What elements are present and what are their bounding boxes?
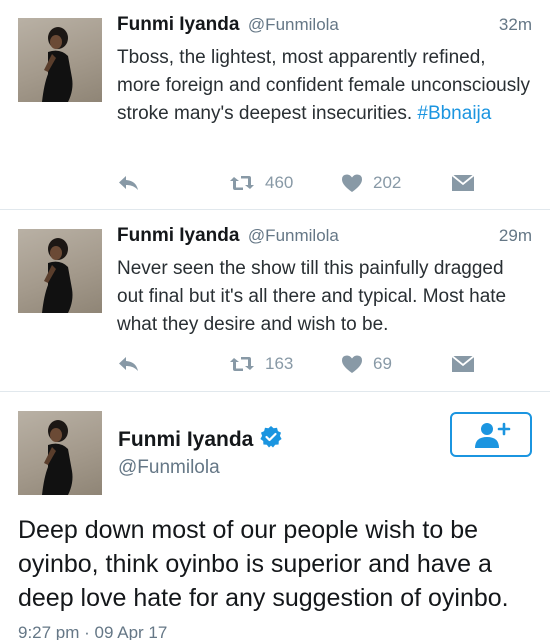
tweet[interactable]: Funmi Iyanda @Funmilola 29m Never seen t…	[0, 211, 550, 392]
heart-icon	[342, 355, 362, 373]
avatar[interactable]	[18, 18, 102, 102]
avatar-photo	[42, 27, 73, 102]
author-handle[interactable]: @Funmilola	[248, 15, 339, 34]
tweet-text: Tboss, the lightest, most apparently ref…	[117, 44, 532, 128]
tweet-actions: 163 69	[117, 349, 532, 379]
envelope-icon	[451, 174, 475, 191]
tweet-detail: Funmi Iyanda @Funmilola Deep down most o…	[0, 393, 550, 640]
like-count: 69	[373, 354, 392, 373]
author-name-row: Funmi Iyanda	[118, 425, 283, 455]
reply-button[interactable]	[117, 168, 141, 198]
verified-badge-icon	[259, 425, 283, 455]
tweet-time[interactable]: 32m	[499, 15, 532, 35]
envelope-icon	[451, 355, 475, 372]
reply-icon	[119, 357, 138, 371]
tweet[interactable]: Funmi Iyanda @Funmilola 32m Tboss, the l…	[0, 0, 550, 210]
tweet-header: Funmi Iyanda @Funmilola 29m	[117, 225, 532, 253]
add-user-icon	[475, 422, 511, 448]
reply-button[interactable]	[117, 349, 141, 379]
tweet-header: Funmi Iyanda @Funmilola 32m	[117, 14, 532, 42]
author-handle[interactable]: @Funmilola	[118, 457, 220, 479]
avatar-photo	[42, 420, 73, 495]
tweet-timestamp[interactable]: 9:27 pm · 09 Apr 17	[18, 623, 167, 640]
like-button[interactable]: 202	[341, 168, 401, 198]
author-name[interactable]: Funmi Iyanda	[117, 14, 239, 35]
retweet-count: 460	[265, 173, 294, 192]
hashtag-link[interactable]: #Bbnaija	[417, 103, 491, 124]
retweet-button[interactable]: 460	[229, 168, 293, 198]
tweet-time[interactable]: 29m	[499, 226, 532, 246]
retweet-icon	[230, 357, 254, 371]
heart-icon	[342, 174, 362, 192]
tweet-text: Never seen the show till this painfully …	[117, 258, 507, 335]
tweet-actions: 460 202	[117, 168, 532, 198]
direct-message-button[interactable]	[451, 168, 475, 198]
like-button[interactable]: 69	[341, 349, 392, 379]
avatar-photo	[42, 238, 73, 313]
retweet-count: 163	[265, 354, 294, 373]
avatar[interactable]	[18, 229, 102, 313]
follow-button[interactable]	[450, 412, 532, 457]
retweet-icon	[230, 176, 254, 190]
author-handle[interactable]: @Funmilola	[248, 226, 339, 245]
author-name[interactable]: Funmi Iyanda	[118, 428, 253, 452]
direct-message-button[interactable]	[451, 349, 475, 379]
author-name[interactable]: Funmi Iyanda	[117, 225, 239, 246]
reply-icon	[119, 176, 138, 190]
tweet-text: Deep down most of our people wish to be …	[18, 516, 509, 612]
like-count: 202	[373, 173, 402, 192]
retweet-button[interactable]: 163	[229, 349, 293, 379]
avatar[interactable]	[18, 411, 102, 495]
